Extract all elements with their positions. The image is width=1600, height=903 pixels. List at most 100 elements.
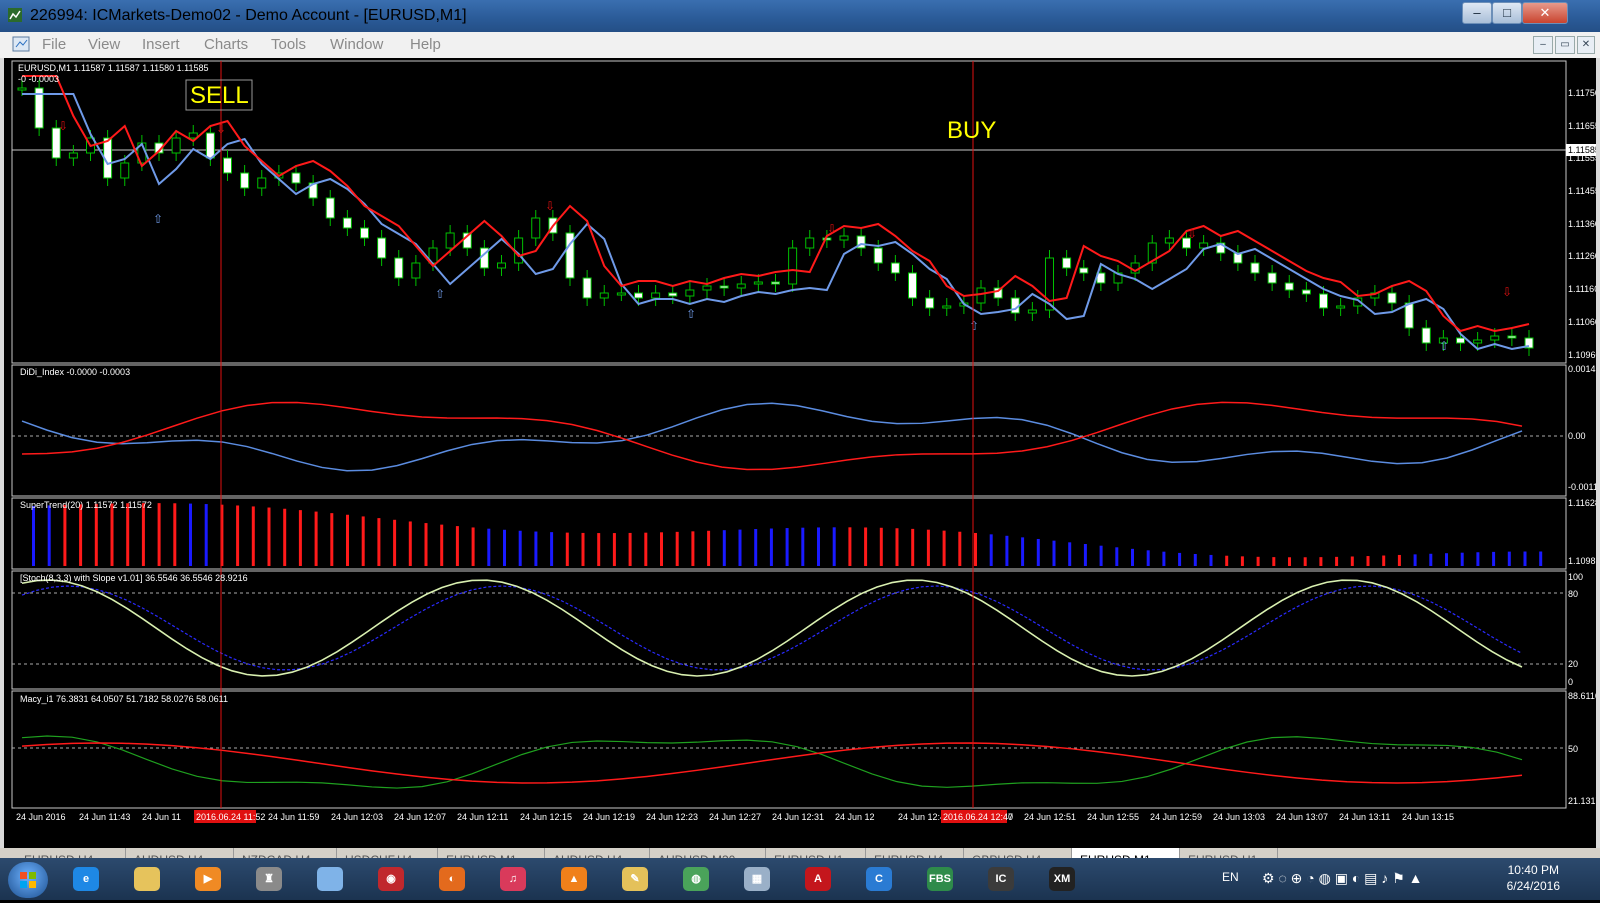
didi-header: DiDi_Index -0.0000 -0.0003 [20, 367, 130, 377]
supertrend-bar [1476, 552, 1480, 566]
chart-tab[interactable]: EURUSD,H4 [16, 848, 126, 858]
supertrend-bar [1397, 554, 1401, 566]
didi-index-chart [12, 401, 1566, 472]
ccleaner-taskbar-button[interactable]: C [853, 862, 905, 896]
time-axis-label: 24 Jun 12:51 [1024, 812, 1076, 822]
supertrend-bar [157, 503, 161, 566]
time-axis-label: 24 Jun 11:43 [79, 812, 130, 822]
supertrend-bar [848, 527, 852, 566]
ic-markets-taskbar-button[interactable]: IC [975, 862, 1027, 896]
supertrend-bar [346, 514, 349, 566]
folder-taskbar-button[interactable] [121, 862, 173, 896]
app-red-taskbar-button[interactable]: ◉ [365, 862, 417, 896]
supertrend-bar [628, 532, 632, 566]
menu-charts[interactable]: Charts [204, 36, 248, 53]
firefox-icon: ◐ [439, 867, 465, 891]
chrome-taskbar-button[interactable]: ◍ [670, 862, 722, 896]
time-axis-label: 24 Jun 12:11 [457, 812, 508, 822]
supertrend-bar [1099, 545, 1103, 566]
menu-insert[interactable]: Insert [142, 36, 180, 53]
maximize-button[interactable]: □ [1492, 2, 1522, 24]
menu-file[interactable]: File [42, 36, 66, 53]
chart-canvas[interactable]: 1.11585 ⇩⇩⇩⇩⇩⇩⇧⇧⇧⇧⇧ SELL BUY EURUSD,M1 1… [4, 58, 1596, 848]
chart-tab[interactable]: EURUSD,H4 [866, 848, 964, 858]
price-label: 1.11360 [1568, 219, 1596, 229]
supertrend-bar [644, 532, 648, 566]
candle-body [1490, 335, 1500, 341]
itunes-taskbar-button[interactable]: ♫ [487, 862, 539, 896]
supertrend-bar [942, 530, 946, 566]
main-panel-subheader: -0 -0.0003 [18, 74, 59, 84]
chart-tab[interactable]: EURUSD,M1 [438, 848, 545, 858]
candle-body [325, 197, 335, 219]
supertrend-bar [1272, 557, 1276, 566]
candle-body [1456, 337, 1465, 344]
language-indicator[interactable]: EN [1222, 870, 1239, 884]
candle-body [753, 281, 763, 285]
time-axis-label: 24 Jun 12 [835, 812, 875, 822]
price-label: 1.11060 [1568, 317, 1596, 327]
time-axis-label: 24 Jun 13:07 [1276, 812, 1328, 822]
chart-tab[interactable]: GBPUSD,H4 [964, 848, 1072, 858]
mdi-minimize-button[interactable]: – [1533, 36, 1553, 54]
firefox-taskbar-button[interactable]: ◐ [426, 862, 478, 896]
supertrend-bar [32, 506, 35, 566]
candle-body [873, 247, 883, 264]
macy-scale-label: 88.6116 [1568, 691, 1596, 701]
fbs-taskbar-button[interactable]: FBS [914, 862, 966, 896]
time-axis-label: 24 Jun 2016 [16, 812, 66, 822]
tray-icons[interactable]: ⚙ ◌ ⊕ ◔ ◍ ▣ ◐ ▤ ♪ ⚑ ▲ [1262, 870, 1423, 887]
notepad-taskbar-button[interactable] [304, 862, 356, 896]
buy-label[interactable]: BUY [947, 117, 996, 144]
down-arrow-icon: ⇩ [827, 222, 837, 236]
chart-tab[interactable]: EURUSD,M1 [1072, 848, 1180, 858]
menu-tools[interactable]: Tools [271, 36, 306, 53]
chart-tab[interactable]: USDCHF,H4 [337, 848, 438, 858]
document-icon[interactable] [12, 36, 32, 54]
mdi-restore-button[interactable]: ▭ [1555, 36, 1575, 54]
menu-view[interactable]: View [88, 36, 120, 53]
acrobat-taskbar-button[interactable]: A [792, 862, 844, 896]
menu-help[interactable]: Help [410, 36, 441, 53]
candle-body [1387, 292, 1397, 304]
chart-tab[interactable]: EURUSD,H1 [766, 848, 866, 858]
notepad-icon [317, 867, 343, 891]
chess-taskbar-button[interactable]: ♜ [243, 862, 295, 896]
minimize-button[interactable]: – [1462, 2, 1492, 24]
calculator-taskbar-button[interactable]: ▦ [731, 862, 783, 896]
candle-body [788, 247, 798, 285]
media-player-taskbar-button[interactable]: ▶ [182, 862, 234, 896]
supertrend-bar [1083, 544, 1087, 566]
system-clock[interactable]: 10:40 PM 6/24/2016 [1507, 862, 1560, 894]
chart-tab[interactable]: EURUSD,H1 [1180, 848, 1278, 858]
time-axis-label: 24 Jun 12:31 [772, 812, 824, 822]
menu-window[interactable]: Window [330, 36, 383, 53]
calculator-icon: ▦ [744, 867, 770, 891]
supertrend-bar [393, 519, 397, 566]
vlc-taskbar-button[interactable]: ▲ [548, 862, 600, 896]
chart-window[interactable]: 1.11585 ⇩⇩⇩⇩⇩⇩⇧⇧⇧⇧⇧ SELL BUY EURUSD,M1 1… [0, 58, 1600, 848]
start-button[interactable] [8, 862, 48, 898]
chart-tab[interactable]: AUDUSD,H4 [126, 848, 234, 858]
xm-taskbar-button[interactable]: XM [1036, 862, 1088, 896]
supertrend-bar [974, 532, 977, 566]
chart-tab[interactable]: AUDUSD,M30 [650, 848, 766, 858]
candle-body [1473, 339, 1483, 344]
supertrend-bar [1350, 556, 1354, 566]
supertrend-bar [958, 531, 962, 566]
close-button[interactable]: ✕ [1522, 2, 1568, 24]
candle-body [1301, 289, 1311, 295]
menu-bar: File View Insert Charts Tools Window Hel… [0, 32, 1600, 59]
ie-taskbar-button[interactable]: e [60, 862, 112, 896]
supertrend-bar [550, 532, 554, 566]
chart-tab[interactable]: AUDUSD,H4 [545, 848, 650, 858]
mdi-close-button[interactable]: ✕ [1577, 36, 1595, 54]
paint-taskbar-button[interactable]: ✎ [609, 862, 661, 896]
chart-tab[interactable]: NZDCAD,H4 [234, 848, 337, 858]
supertrend-bar [267, 507, 271, 566]
candle-body [411, 262, 421, 279]
sell-label[interactable]: SELL [190, 82, 249, 109]
time-axis-label: 24 Jun 12:27 [709, 812, 761, 822]
supertrend-bar [63, 504, 67, 566]
price-label: 1.10960 [1568, 350, 1596, 360]
